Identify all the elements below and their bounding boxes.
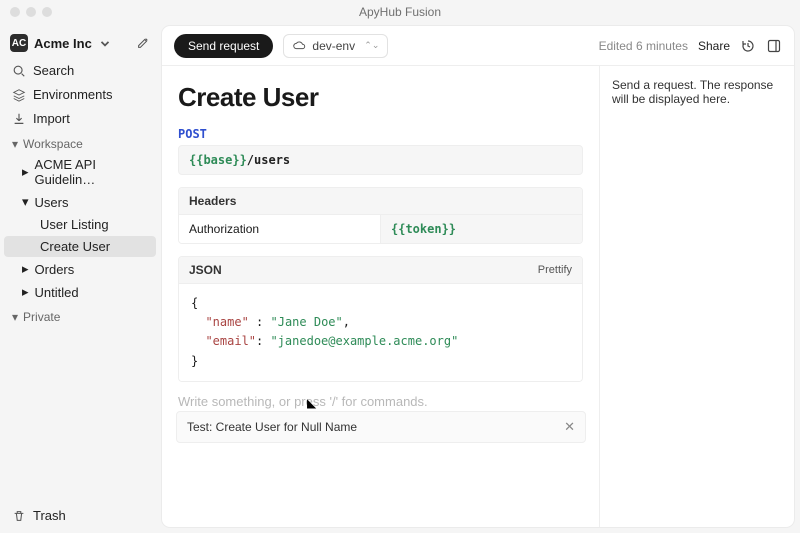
tree-label: Users bbox=[35, 195, 69, 210]
main-panel: Send request dev-env ⌃⌄ Edited 6 minutes… bbox=[162, 26, 794, 527]
panel-toggle-icon[interactable] bbox=[766, 38, 782, 54]
cloud-icon bbox=[292, 39, 306, 53]
header-row[interactable]: Authorization {{token}} bbox=[179, 215, 582, 243]
sidebar-environments[interactable]: Environments bbox=[4, 83, 156, 106]
editor-area[interactable]: Create User POST {{base}}/users Headers … bbox=[162, 66, 599, 527]
editor-placeholder[interactable]: Write something, or press '/' for comman… bbox=[178, 394, 583, 409]
close-icon[interactable]: ✕ bbox=[564, 419, 575, 435]
tree-item-guidelines[interactable]: ▸ ACME API Guidelin… bbox=[4, 154, 156, 190]
org-name: Acme Inc bbox=[34, 36, 92, 51]
history-icon[interactable] bbox=[740, 38, 756, 54]
headers-label: Headers bbox=[179, 188, 582, 215]
chevron-down-icon: ▾ bbox=[12, 137, 18, 151]
sidebar-label: Trash bbox=[33, 508, 66, 523]
http-method[interactable]: POST bbox=[178, 127, 583, 141]
chevron-right-icon: ▸ bbox=[22, 164, 29, 180]
sidebar-label: Environments bbox=[33, 87, 112, 102]
tree-item-create-user[interactable]: Create User bbox=[4, 236, 156, 257]
section-label: Private bbox=[23, 310, 60, 324]
test-chip[interactable]: Test: Create User for Null Name ✕ bbox=[176, 411, 586, 443]
environment-name: dev-env bbox=[312, 39, 355, 53]
layers-icon bbox=[12, 88, 26, 102]
chevron-right-icon: ▸ bbox=[22, 261, 29, 277]
tree-label: Untitled bbox=[35, 285, 79, 300]
org-switcher[interactable]: AC Acme Inc bbox=[4, 30, 156, 56]
titlebar: ApyHub Fusion bbox=[0, 0, 800, 24]
edited-label: Edited 6 minutes bbox=[599, 39, 688, 53]
json-body[interactable]: { "name" : "Jane Doe", "email": "janedoe… bbox=[179, 284, 582, 381]
json-panel: JSON Prettify { "name" : "Jane Doe", "em… bbox=[178, 256, 583, 382]
page-title: Create User bbox=[178, 82, 583, 113]
json-label: JSON bbox=[189, 263, 222, 277]
headers-panel: Headers Authorization {{token}} bbox=[178, 187, 583, 244]
org-badge: AC bbox=[10, 34, 28, 52]
sidebar-section-private[interactable]: ▾ Private bbox=[4, 304, 156, 326]
environment-select[interactable]: dev-env ⌃⌄ bbox=[283, 34, 388, 58]
response-placeholder: Send a request. The response will be dis… bbox=[612, 78, 782, 106]
sidebar: AC Acme Inc Search Environments Import ▾… bbox=[0, 24, 160, 533]
url-input[interactable]: {{base}}/users bbox=[178, 145, 583, 175]
sidebar-label: Search bbox=[33, 63, 74, 78]
tree-label: Orders bbox=[35, 262, 75, 277]
sidebar-trash[interactable]: Trash bbox=[4, 504, 156, 527]
sidebar-label: Import bbox=[33, 111, 70, 126]
chevron-right-icon: ▸ bbox=[22, 284, 29, 300]
tree-label: User Listing bbox=[40, 217, 109, 232]
chevron-updown-icon: ⌃⌄ bbox=[364, 40, 379, 51]
url-variable: {{base}} bbox=[189, 153, 247, 167]
response-panel: Send a request. The response will be dis… bbox=[599, 66, 794, 527]
header-key[interactable]: Authorization bbox=[179, 215, 380, 243]
sidebar-search[interactable]: Search bbox=[4, 59, 156, 82]
chevron-down-icon bbox=[98, 36, 112, 50]
import-icon bbox=[12, 112, 26, 126]
test-label: Test: Create User for Null Name bbox=[187, 420, 357, 434]
send-request-button[interactable]: Send request bbox=[174, 34, 273, 58]
topbar: Send request dev-env ⌃⌄ Edited 6 minutes… bbox=[162, 26, 794, 66]
edit-icon[interactable] bbox=[136, 36, 150, 50]
section-label: Workspace bbox=[23, 137, 83, 151]
tree-label: Create User bbox=[40, 239, 110, 254]
tree-item-users[interactable]: ▾ Users bbox=[4, 191, 156, 213]
search-icon bbox=[12, 64, 26, 78]
tree-item-user-listing[interactable]: User Listing bbox=[4, 214, 156, 235]
mouse-cursor-icon: ◣ bbox=[307, 396, 316, 410]
url-path: /users bbox=[247, 153, 290, 167]
chevron-down-icon: ▾ bbox=[12, 310, 18, 324]
sidebar-section-workspace[interactable]: ▾ Workspace bbox=[4, 131, 156, 153]
window-controls[interactable] bbox=[10, 7, 52, 17]
share-button[interactable]: Share bbox=[698, 39, 730, 53]
sidebar-import[interactable]: Import bbox=[4, 107, 156, 130]
chevron-down-icon: ▾ bbox=[22, 194, 29, 210]
header-value[interactable]: {{token}} bbox=[380, 215, 582, 243]
tree-item-orders[interactable]: ▸ Orders bbox=[4, 258, 156, 280]
trash-icon bbox=[12, 509, 26, 523]
tree-item-untitled[interactable]: ▸ Untitled bbox=[4, 281, 156, 303]
tree-label: ACME API Guidelin… bbox=[35, 157, 150, 187]
prettify-button[interactable]: Prettify bbox=[538, 264, 572, 276]
window-title: ApyHub Fusion bbox=[359, 5, 441, 19]
